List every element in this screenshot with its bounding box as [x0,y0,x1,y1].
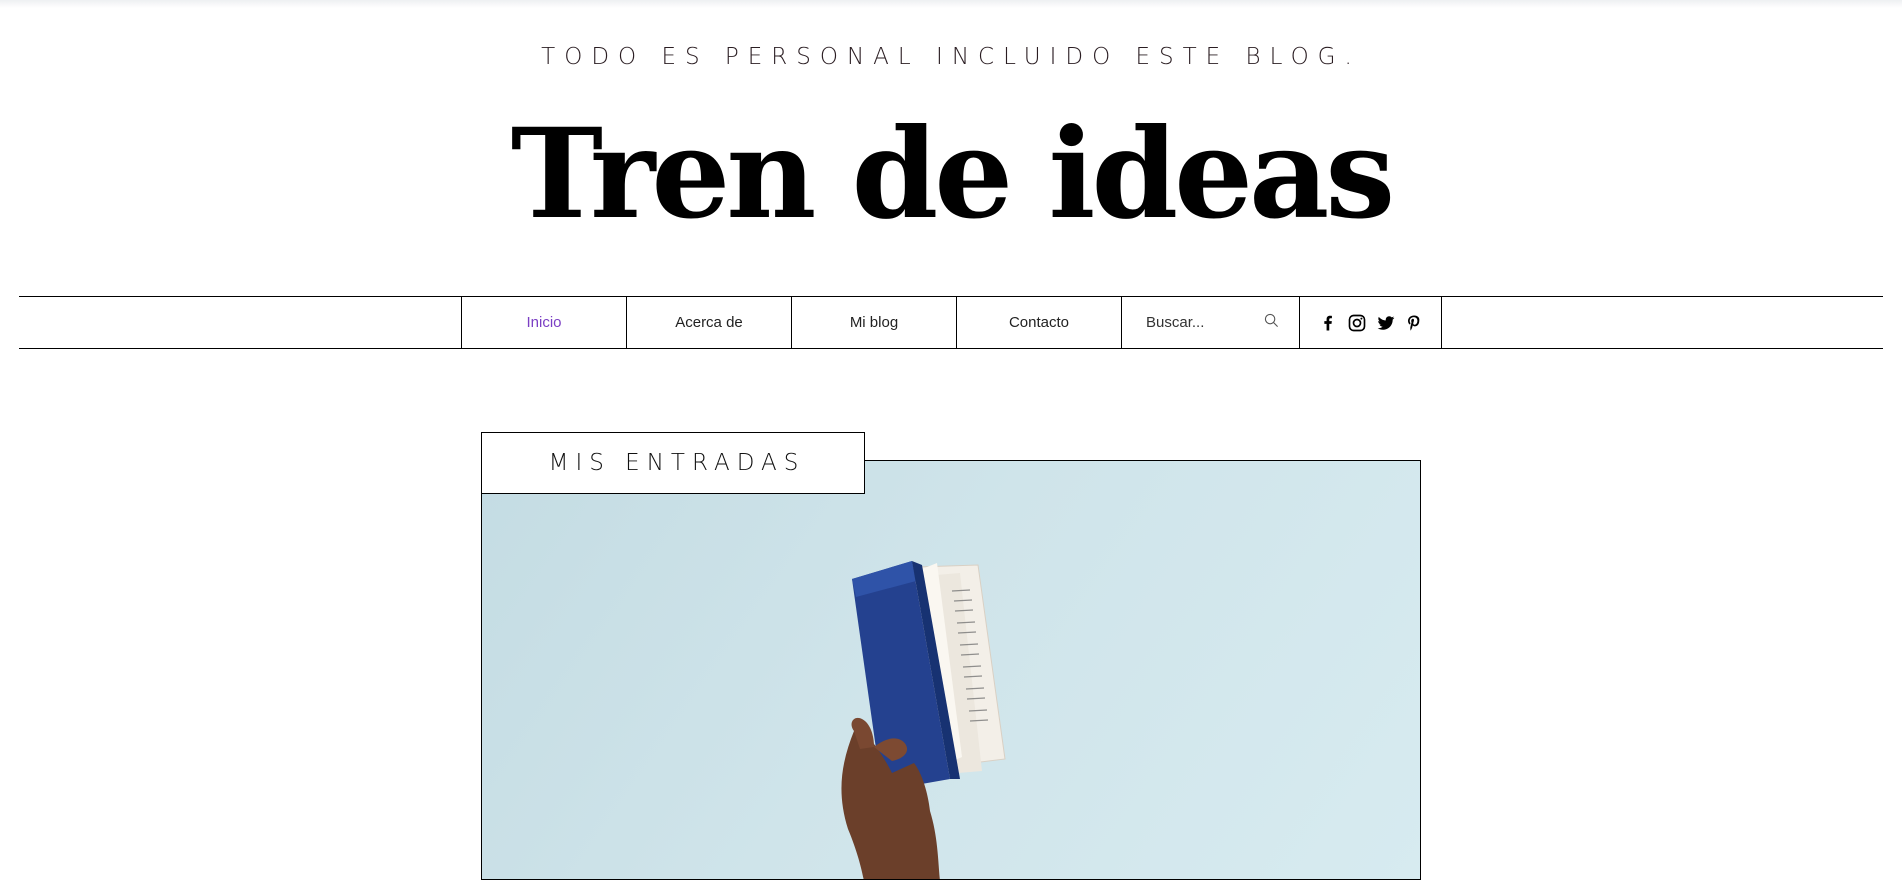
search-input[interactable] [1146,314,1256,331]
nav-item-inicio[interactable]: Inicio [462,297,627,348]
posts-section-label: MIS ENTRADAS [481,432,865,494]
site-title[interactable]: Tren de ideas [0,100,1902,250]
hero-image [481,460,1421,880]
facebook-icon[interactable] [1318,313,1338,333]
nav-item-contacto[interactable]: Contacto [957,297,1122,348]
search-bar [1122,297,1300,348]
hand-holding-book-illustration [841,561,1006,879]
posts-section-title: MIS ENTRADAS [548,450,806,476]
header-shadow [0,0,1902,8]
social-bar [1300,297,1442,348]
nav-menu: Inicio Acerca de Mi blog Contacto [461,297,1442,348]
nav-item-mi-blog[interactable]: Mi blog [792,297,957,348]
main-nav: Inicio Acerca de Mi blog Contacto [19,296,1883,349]
search-icon[interactable] [1264,313,1279,333]
site-tagline: TODO ES PERSONAL INCLUIDO ESTE BLOG. [541,44,1361,70]
nav-item-acerca-de[interactable]: Acerca de [627,297,792,348]
pinterest-icon[interactable] [1405,313,1423,333]
instagram-icon[interactable] [1347,313,1367,333]
twitter-icon[interactable] [1376,313,1396,333]
